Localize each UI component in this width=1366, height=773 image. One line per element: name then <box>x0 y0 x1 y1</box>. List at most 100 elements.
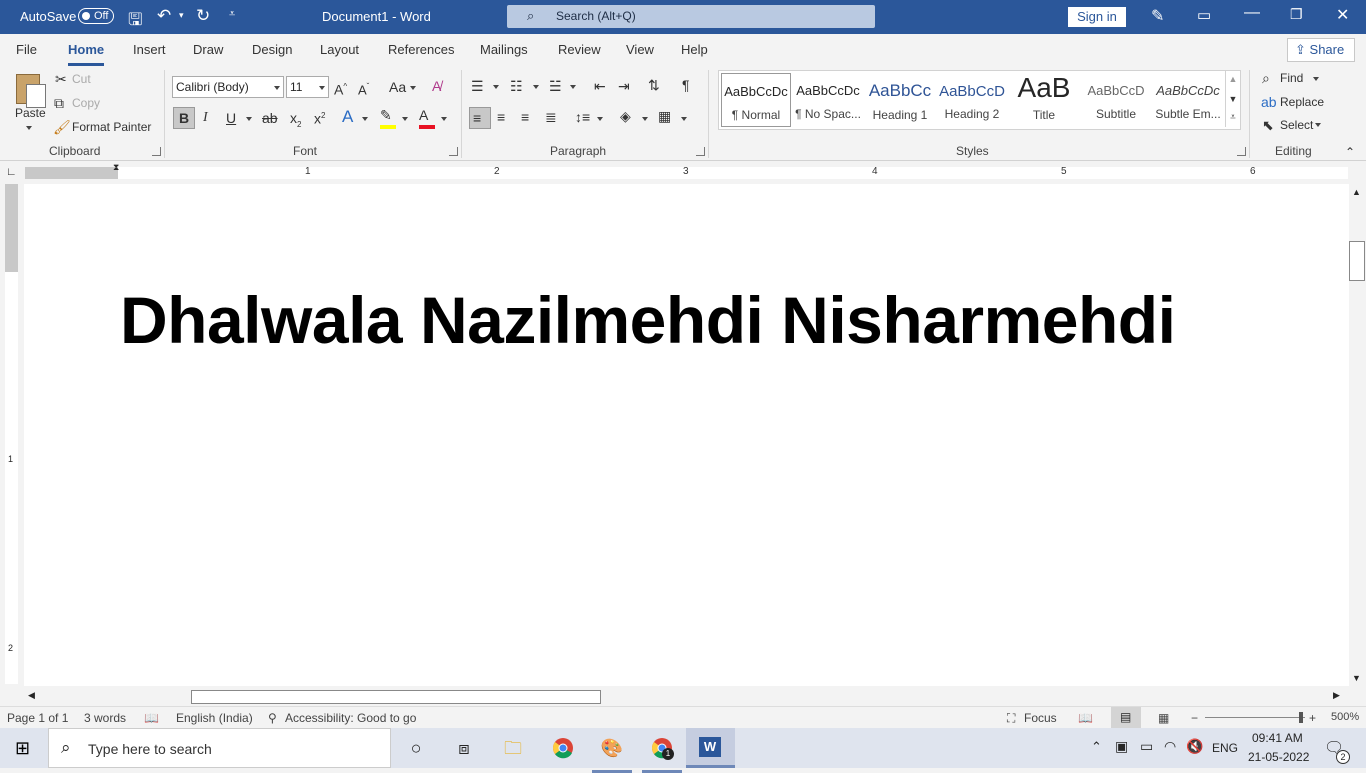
scroll-left-icon[interactable]: ◀ <box>28 690 35 701</box>
volume-icon[interactable]: 🔇 <box>1186 738 1203 755</box>
paint-app-icon[interactable]: 🎨 <box>592 736 632 773</box>
document-page[interactable]: Dhalwala Nazilmehdi Nisharmehdi <box>24 184 1349 686</box>
font-name-select[interactable]: Calibri (Body) <box>172 76 284 98</box>
file-explorer-icon[interactable]: 🗀 <box>501 736 525 760</box>
select-icon[interactable]: ⬉ <box>1262 117 1274 133</box>
underline-icon[interactable]: U <box>226 110 236 126</box>
pen-icon[interactable]: ✎ <box>1151 6 1164 26</box>
search-box[interactable]: ⌕ Search (Alt+Q) <box>507 5 875 28</box>
chevron-down-icon[interactable] <box>597 117 603 121</box>
focus-label[interactable]: Focus <box>1024 711 1057 725</box>
horizontal-scroll-thumb[interactable] <box>191 690 601 704</box>
tab-insert[interactable]: Insert <box>133 42 166 57</box>
web-layout-icon[interactable]: ▦ <box>1158 711 1169 725</box>
numbering-icon[interactable]: ☷ <box>510 78 523 94</box>
vertical-ruler[interactable]: 1 2 <box>5 184 18 684</box>
tab-mailings[interactable]: Mailings <box>480 42 528 57</box>
font-color-icon[interactable]: A <box>419 107 428 123</box>
chevron-down-icon[interactable] <box>246 117 252 121</box>
scroll-up-icon[interactable]: ▲ <box>1352 187 1361 197</box>
justify-icon[interactable]: ≣ <box>545 109 557 125</box>
chrome-profile-icon[interactable]: 1 <box>642 736 682 773</box>
paste-icon[interactable] <box>14 72 46 108</box>
strikethrough-icon[interactable]: ab <box>262 110 278 126</box>
battery-icon[interactable]: ▭ <box>1140 738 1153 755</box>
tab-home[interactable]: Home <box>68 42 105 66</box>
undo-icon[interactable]: ↶ <box>157 6 171 26</box>
font-size-select[interactable]: 11 <box>286 76 329 98</box>
cortana-icon[interactable]: ○ <box>404 736 428 760</box>
zoom-in-icon[interactable]: + <box>1309 711 1316 725</box>
chevron-down-icon[interactable] <box>642 117 648 121</box>
proofing-icon[interactable]: 📖 <box>144 711 159 725</box>
chevron-down-icon[interactable] <box>402 117 408 121</box>
indent-marker-icon[interactable]: ⧗ <box>113 162 119 173</box>
tab-design[interactable]: Design <box>252 42 292 57</box>
horizontal-ruler[interactable]: ∟ ⧗ 1 2 3 4 5 6 <box>0 162 1366 184</box>
tab-view[interactable]: View <box>626 42 654 57</box>
chevron-down-icon[interactable] <box>410 86 416 90</box>
word-taskbar-button[interactable]: W <box>686 728 735 768</box>
borders-icon[interactable]: ▦ <box>658 108 671 124</box>
tab-selector-icon[interactable]: ∟ <box>6 166 17 178</box>
grow-font-icon[interactable]: A^ <box>334 79 347 98</box>
gallery-down-icon[interactable]: ▼ <box>1226 91 1240 107</box>
wifi-icon[interactable]: ◠ <box>1164 738 1176 755</box>
clock-time[interactable]: 09:41 AM <box>1252 731 1303 745</box>
italic-icon[interactable]: I <box>203 110 208 126</box>
decrease-indent-icon[interactable]: ⇤ <box>594 78 606 94</box>
tab-review[interactable]: Review <box>558 42 601 57</box>
minimize-icon[interactable]: — <box>1244 4 1260 22</box>
customize-toolbar-icon[interactable]: ⩡ <box>229 8 235 21</box>
shading-icon[interactable]: ◈ <box>620 108 631 124</box>
style-normal[interactable]: AaBbCcDc ¶ Normal <box>721 73 791 127</box>
chevron-down-icon[interactable] <box>1313 77 1319 81</box>
style-heading-1[interactable]: AaBbCc Heading 1 <box>865 73 935 127</box>
style-subtitle[interactable]: AaBbCcD Subtitle <box>1081 73 1151 127</box>
clock-date[interactable]: 21-05-2022 <box>1248 750 1309 764</box>
print-layout-button[interactable]: ▤ <box>1111 707 1141 728</box>
sort-icon[interactable]: ⇅ <box>648 77 660 93</box>
subscript-icon[interactable]: x2 <box>290 110 301 133</box>
scroll-down-icon[interactable]: ▼ <box>1352 673 1361 683</box>
multilevel-list-icon[interactable]: ☱ <box>549 78 562 94</box>
vertical-scroll-thumb[interactable] <box>1349 241 1365 281</box>
shrink-font-icon[interactable]: Aˇ <box>358 79 369 98</box>
tab-references[interactable]: References <box>388 42 454 57</box>
tab-file[interactable]: File <box>16 42 37 57</box>
tab-draw[interactable]: Draw <box>193 42 223 57</box>
tab-layout[interactable]: Layout <box>320 42 359 57</box>
paragraph-launcher-icon[interactable] <box>696 147 705 156</box>
zoom-level[interactable]: 500% <box>1331 711 1359 723</box>
meet-now-icon[interactable]: ▣ <box>1115 738 1128 755</box>
language-status[interactable]: English (India) <box>176 711 253 725</box>
paste-label[interactable]: Paste <box>15 106 46 120</box>
style-title[interactable]: AaB Title <box>1009 73 1079 127</box>
tab-help[interactable]: Help <box>681 42 708 57</box>
autosave-toggle[interactable]: Off <box>78 8 114 24</box>
superscript-icon[interactable]: x2 <box>314 108 325 127</box>
format-painter-icon[interactable]: 🖌 <box>53 119 71 135</box>
page-count[interactable]: Page 1 of 1 <box>7 711 68 725</box>
replace-icon[interactable]: ab <box>1261 94 1277 110</box>
select-label[interactable]: Select <box>1280 118 1313 132</box>
save-icon[interactable]: 🖫 <box>128 7 142 36</box>
taskbar-search[interactable]: ⌕ Type here to search <box>48 728 391 768</box>
replace-label[interactable]: Replace <box>1280 95 1324 109</box>
close-icon[interactable]: ✕ <box>1336 5 1349 25</box>
line-spacing-icon[interactable]: ↕≡ <box>575 109 590 125</box>
bullets-icon[interactable]: ☰ <box>471 78 484 94</box>
input-language[interactable]: ENG <box>1212 741 1238 755</box>
style-subtle-emphasis[interactable]: AaBbCcDc Subtle Em... <box>1153 73 1223 127</box>
highlight-icon[interactable]: ✎ <box>380 107 392 123</box>
format-painter-label[interactable]: Format Painter <box>72 120 151 134</box>
show-hidden-icons[interactable]: ⌃ <box>1091 739 1102 755</box>
undo-dropdown-icon[interactable]: ▾ <box>179 10 184 21</box>
styles-launcher-icon[interactable] <box>1237 147 1246 156</box>
zoom-slider[interactable] <box>1205 717 1305 718</box>
zoom-out-icon[interactable]: − <box>1191 711 1198 725</box>
word-count[interactable]: 3 words <box>84 711 126 725</box>
chevron-down-icon[interactable] <box>681 117 687 121</box>
chevron-down-icon[interactable] <box>441 117 447 121</box>
font-launcher-icon[interactable] <box>449 147 458 156</box>
